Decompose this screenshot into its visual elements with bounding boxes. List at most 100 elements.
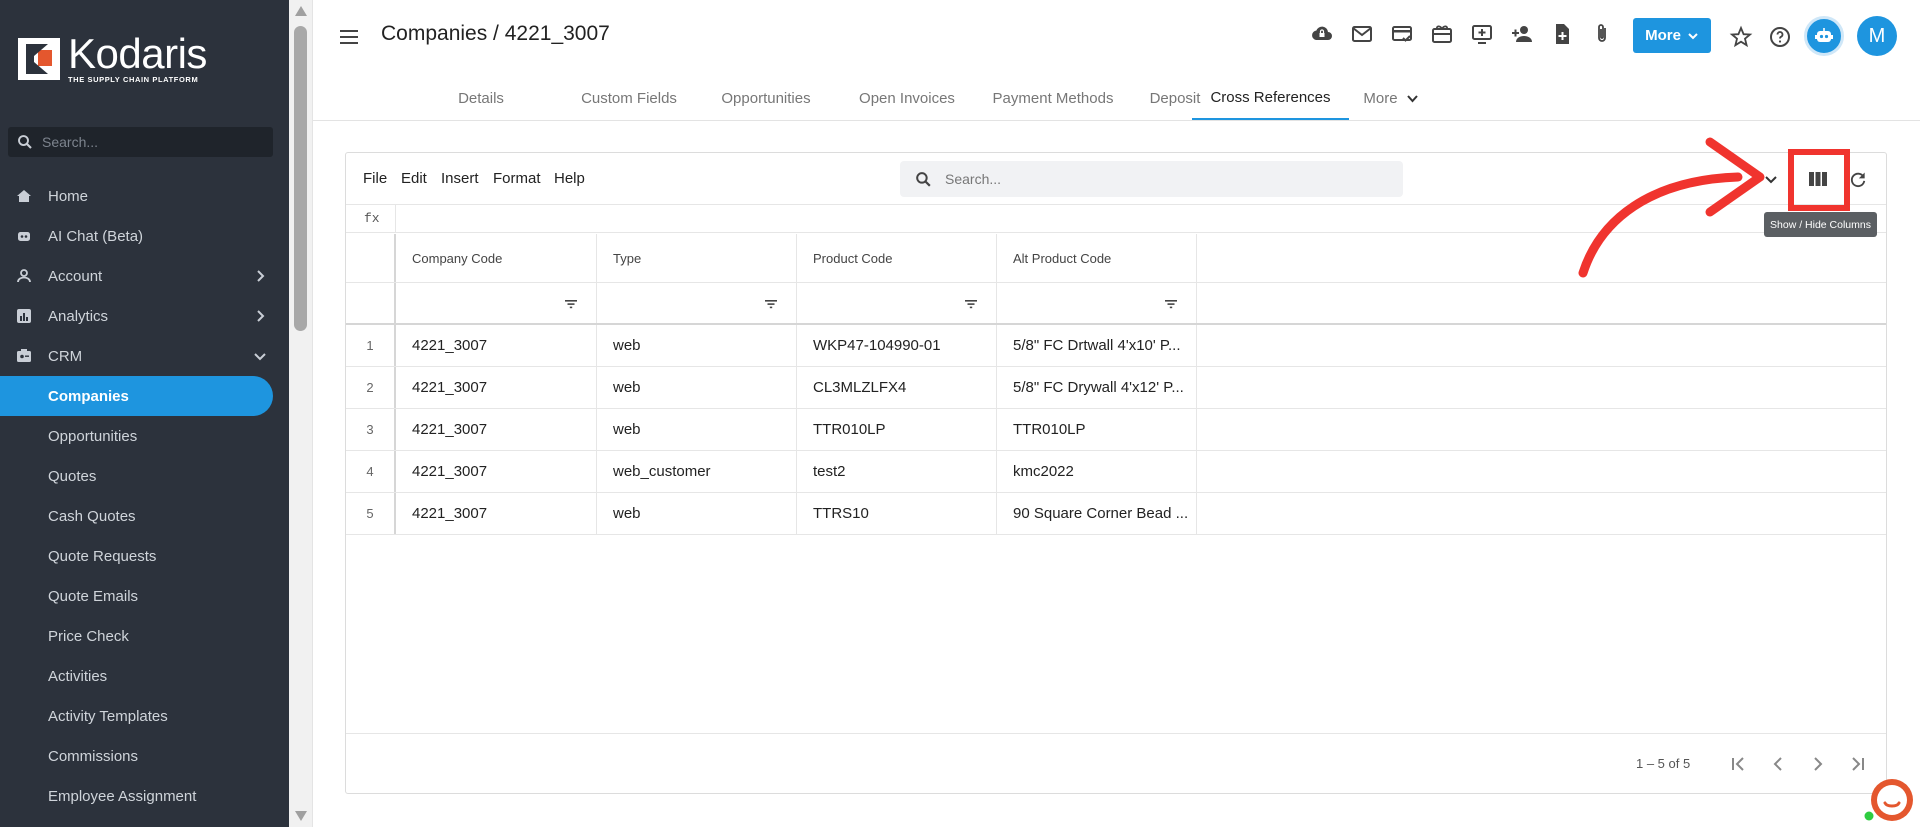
row-number[interactable]: 5	[346, 493, 396, 534]
cloud-lock-icon[interactable]	[1310, 22, 1334, 46]
table-cell[interactable]: 4221_3007	[396, 409, 597, 450]
table-cell[interactable]: 90 Square Corner Bead ...	[997, 493, 1197, 534]
note-add-icon[interactable]	[1550, 22, 1574, 46]
tab-open-invoices[interactable]: Open Invoices	[832, 76, 982, 120]
scroll-up-arrow-icon[interactable]	[295, 6, 307, 16]
corner-cell[interactable]	[346, 234, 396, 282]
table-row[interactable]: 1 4221_3007 web WKP47-104990-01 5/8" FC Drtw…	[346, 325, 1886, 367]
table-cell[interactable]: test2	[797, 451, 997, 492]
menu-help[interactable]: Help	[554, 170, 585, 187]
sidebar-item-crm[interactable]: CRM	[0, 336, 289, 376]
table-cell[interactable]: TTR010LP	[797, 409, 997, 450]
chevron-right-icon[interactable]	[253, 269, 267, 283]
menu-file[interactable]: File	[363, 170, 387, 187]
sidebar-search-input[interactable]	[42, 134, 252, 150]
sidebar-item-ai-chat-beta[interactable]: AI Chat (Beta)	[0, 216, 289, 256]
tab-custom-fields[interactable]: Custom Fields	[549, 76, 709, 120]
row-number[interactable]: 3	[346, 409, 396, 450]
sidebar-item-companies[interactable]: Companies	[0, 376, 273, 416]
sidebar-item-opportunities[interactable]: Opportunities	[0, 416, 289, 456]
column-header[interactable]: Company Code	[396, 234, 597, 282]
table-cell[interactable]: 5/8" FC Drywall 4'x12' P...	[997, 367, 1197, 408]
table-cell[interactable]: web	[597, 367, 797, 408]
tab-opportunities[interactable]: Opportunities	[691, 76, 841, 120]
table-cell[interactable]: TTRS10	[797, 493, 997, 534]
filter-icon[interactable]	[964, 297, 978, 311]
sidebar-item-employee-assignment[interactable]: Employee Assignment	[0, 776, 289, 816]
row-number[interactable]: 4	[346, 451, 396, 492]
sidebar-item-quote-requests[interactable]: Quote Requests	[0, 536, 289, 576]
table-cell[interactable]: 5/8" FC Drtwall 4'x10' P...	[997, 325, 1197, 366]
page-scrollbar[interactable]	[289, 0, 313, 827]
next-page-icon[interactable]	[1807, 753, 1829, 775]
sidebar-item-account[interactable]: Account	[0, 256, 289, 296]
refresh-icon[interactable]	[1848, 170, 1868, 190]
filter-cell[interactable]	[797, 283, 997, 323]
chevron-down-icon[interactable]	[253, 349, 267, 363]
add-to-queue-icon[interactable]	[1470, 22, 1494, 46]
more-actions-button[interactable]: More	[1633, 18, 1711, 53]
first-page-icon[interactable]	[1728, 753, 1750, 775]
paperclip-icon[interactable]	[1590, 22, 1614, 46]
mail-icon[interactable]	[1350, 22, 1374, 46]
row-number[interactable]: 1	[346, 325, 396, 366]
filter-icon[interactable]	[564, 297, 578, 311]
filter-icon[interactable]	[1164, 297, 1178, 311]
menu-format[interactable]: Format	[493, 170, 541, 187]
scroll-down-arrow-icon[interactable]	[295, 811, 307, 821]
table-cell[interactable]: web	[597, 325, 797, 366]
chevron-right-icon[interactable]	[253, 309, 267, 323]
table-cell[interactable]: web	[597, 409, 797, 450]
filter-cell[interactable]	[396, 283, 597, 323]
table-cell[interactable]: TTR010LP	[997, 409, 1197, 450]
filter-cell[interactable]	[597, 283, 797, 323]
gift-card-icon[interactable]	[1430, 22, 1454, 46]
sidebar-item-activities[interactable]: Activities	[0, 656, 289, 696]
column-header[interactable]: Product Code	[797, 234, 997, 282]
kodaris-logo[interactable]: Kodaris THE SUPPLY CHAIN PLATFORM	[18, 33, 207, 84]
menu-edit[interactable]: Edit	[401, 170, 427, 187]
person-add-icon[interactable]	[1510, 22, 1534, 46]
last-page-icon[interactable]	[1846, 753, 1868, 775]
sidebar-item-home[interactable]: Home	[0, 176, 289, 216]
hamburger-menu-icon[interactable]	[338, 26, 360, 48]
user-avatar[interactable]: M	[1857, 16, 1897, 56]
chat-support-icon[interactable]	[1862, 774, 1914, 824]
filter-icon[interactable]	[764, 297, 778, 311]
column-header[interactable]: Alt Product Code	[997, 234, 1197, 282]
ai-assistant-button[interactable]	[1804, 16, 1844, 56]
sidebar-search[interactable]	[8, 127, 273, 157]
column-header[interactable]: Type	[597, 234, 797, 282]
prev-page-icon[interactable]	[1767, 753, 1789, 775]
tab-details[interactable]: Details	[421, 76, 541, 120]
row-number[interactable]: 2	[346, 367, 396, 408]
sidebar-item-price-check[interactable]: Price Check	[0, 616, 289, 656]
table-cell[interactable]: 4221_3007	[396, 325, 597, 366]
table-cell[interactable]: 4221_3007	[396, 493, 597, 534]
help-icon[interactable]	[1768, 25, 1792, 49]
table-cell[interactable]: WKP47-104990-01	[797, 325, 997, 366]
scrollbar-thumb[interactable]	[294, 26, 307, 331]
sheet-search[interactable]	[900, 161, 1403, 197]
table-cell[interactable]: 4221_3007	[396, 451, 597, 492]
table-cell[interactable]: web	[597, 493, 797, 534]
sheet-search-input[interactable]	[945, 171, 1385, 187]
sidebar-item-quote-emails[interactable]: Quote Emails	[0, 576, 289, 616]
menu-insert[interactable]: Insert	[441, 170, 479, 187]
payment-check-icon[interactable]	[1390, 22, 1414, 46]
sidebar-item-analytics[interactable]: Analytics	[0, 296, 289, 336]
sidebar-item-cash-quotes[interactable]: Cash Quotes	[0, 496, 289, 536]
star-icon[interactable]	[1729, 25, 1753, 49]
table-cell[interactable]: kmc2022	[997, 451, 1197, 492]
tab-cross-references[interactable]: Cross References	[1192, 76, 1349, 120]
table-cell[interactable]: web_customer	[597, 451, 797, 492]
table-cell[interactable]: 4221_3007	[396, 367, 597, 408]
sidebar-item-commissions[interactable]: Commissions	[0, 736, 289, 776]
table-row[interactable]: 2 4221_3007 web CL3MLZLFX4 5/8" FC Drywall 4…	[346, 367, 1886, 409]
tab-more[interactable]: More	[1341, 76, 1441, 120]
table-row[interactable]: 5 4221_3007 web TTRS10 90 Square Corner Bead…	[346, 493, 1886, 535]
sidebar-item-quotes[interactable]: Quotes	[0, 456, 289, 496]
table-row[interactable]: 3 4221_3007 web TTR010LP TTR010LP	[346, 409, 1886, 451]
table-cell[interactable]: CL3MLZLFX4	[797, 367, 997, 408]
table-row[interactable]: 4 4221_3007 web_customer test2 kmc2022	[346, 451, 1886, 493]
